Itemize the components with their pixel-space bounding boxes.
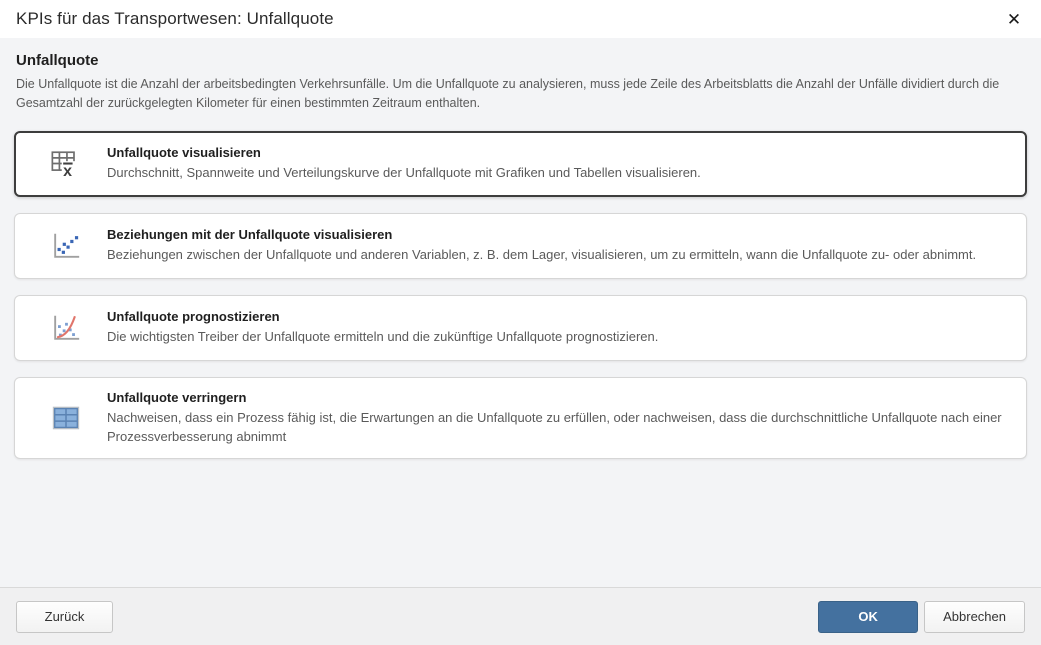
- intro-section: Unfallquote Die Unfallquote ist die Anza…: [16, 52, 1025, 114]
- option-card-beziehungen[interactable]: Beziehungen mit der Unfallquote visualis…: [14, 212, 1027, 279]
- dialog-title: KPIs für das Transportwesen: Unfallquote: [16, 9, 334, 28]
- option-title: Unfallquote verringern: [107, 389, 247, 405]
- kpi-dialog: KPIs für das Transportwesen: Unfallquote…: [0, 0, 1041, 645]
- trend-curve-icon: [54, 315, 80, 340]
- footer-right-group: OK Abbrechen: [818, 600, 1025, 633]
- table-mean-icon: x: [51, 151, 77, 180]
- option-description: Die wichtigsten Treiber der Unfallquote …: [107, 328, 659, 344]
- options-list: x Unfallquote visualisieren Durchschnitt…: [14, 130, 1027, 460]
- ok-button[interactable]: OK: [818, 600, 919, 633]
- option-title: Unfallquote prognostizieren: [107, 308, 280, 324]
- scatterplot-icon: [54, 233, 80, 258]
- title-bar: KPIs für das Transportwesen: Unfallquote…: [0, 0, 1041, 38]
- option-card-visualisieren[interactable]: x Unfallquote visualisieren Durchschnitt…: [14, 130, 1027, 197]
- capability-table-icon: [52, 406, 80, 430]
- svg-text:x: x: [63, 163, 72, 180]
- option-card-prognostizieren[interactable]: Unfallquote prognostizieren Die wichtigs…: [14, 294, 1027, 361]
- close-icon: ✕: [1006, 9, 1022, 29]
- close-button[interactable]: ✕: [999, 4, 1029, 34]
- option-description: Beziehungen zwischen der Unfallquote und…: [107, 246, 977, 262]
- cancel-button[interactable]: Abbrechen: [924, 600, 1025, 633]
- option-title: Unfallquote visualisieren: [107, 144, 261, 160]
- option-title: Beziehungen mit der Unfallquote visualis…: [107, 226, 393, 242]
- section-heading: Unfallquote: [16, 52, 99, 69]
- option-description: Durchschnitt, Spannweite und Verteilungs…: [107, 164, 701, 180]
- footer-bar: Zurück OK Abbrechen: [0, 587, 1041, 645]
- option-description: Nachweisen, dass ein Prozess fähig ist, …: [107, 409, 1002, 444]
- back-button[interactable]: Zurück: [16, 600, 113, 633]
- section-description: Die Unfallquote ist die Anzahl der arbei…: [16, 77, 1000, 111]
- option-card-verringern[interactable]: Unfallquote verringern Nachweisen, dass …: [14, 376, 1027, 460]
